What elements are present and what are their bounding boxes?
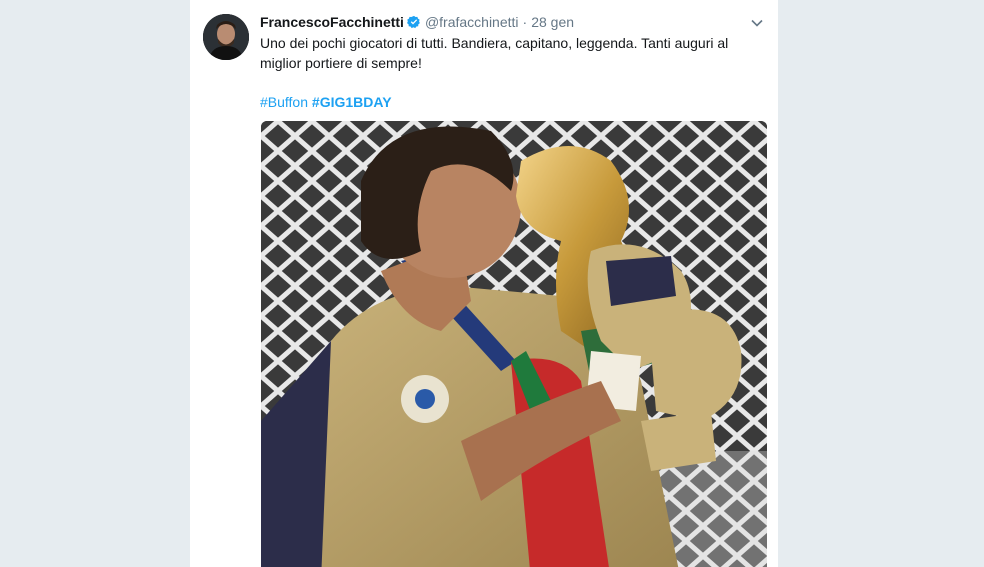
photo	[261, 121, 767, 567]
chevron-down-icon[interactable]	[750, 16, 764, 30]
tweet-header: FrancescoFacchinetti @frafacchinetti · 2…	[260, 13, 574, 31]
author-handle[interactable]: @frafacchinetti	[425, 14, 519, 30]
separator-dot: ·	[522, 14, 528, 30]
tweet-media-image[interactable]	[261, 121, 767, 567]
tweet-card[interactable]: FrancescoFacchinetti @frafacchinetti · 2…	[190, 0, 778, 567]
hashtag-buffon[interactable]: #Buffon	[260, 94, 308, 110]
hashtags: #Buffon #GIG1BDAY	[260, 92, 392, 112]
tweet-text: Uno dei pochi giocatori di tutti. Bandie…	[260, 35, 729, 71]
author-name[interactable]: FrancescoFacchinetti	[260, 14, 404, 30]
hashtag-gig1bday[interactable]: #GIG1BDAY	[312, 94, 392, 110]
avatar-image	[203, 14, 249, 60]
timestamp[interactable]: 28 gen	[531, 14, 574, 30]
avatar[interactable]	[203, 14, 249, 60]
verified-badge-icon	[406, 15, 421, 29]
